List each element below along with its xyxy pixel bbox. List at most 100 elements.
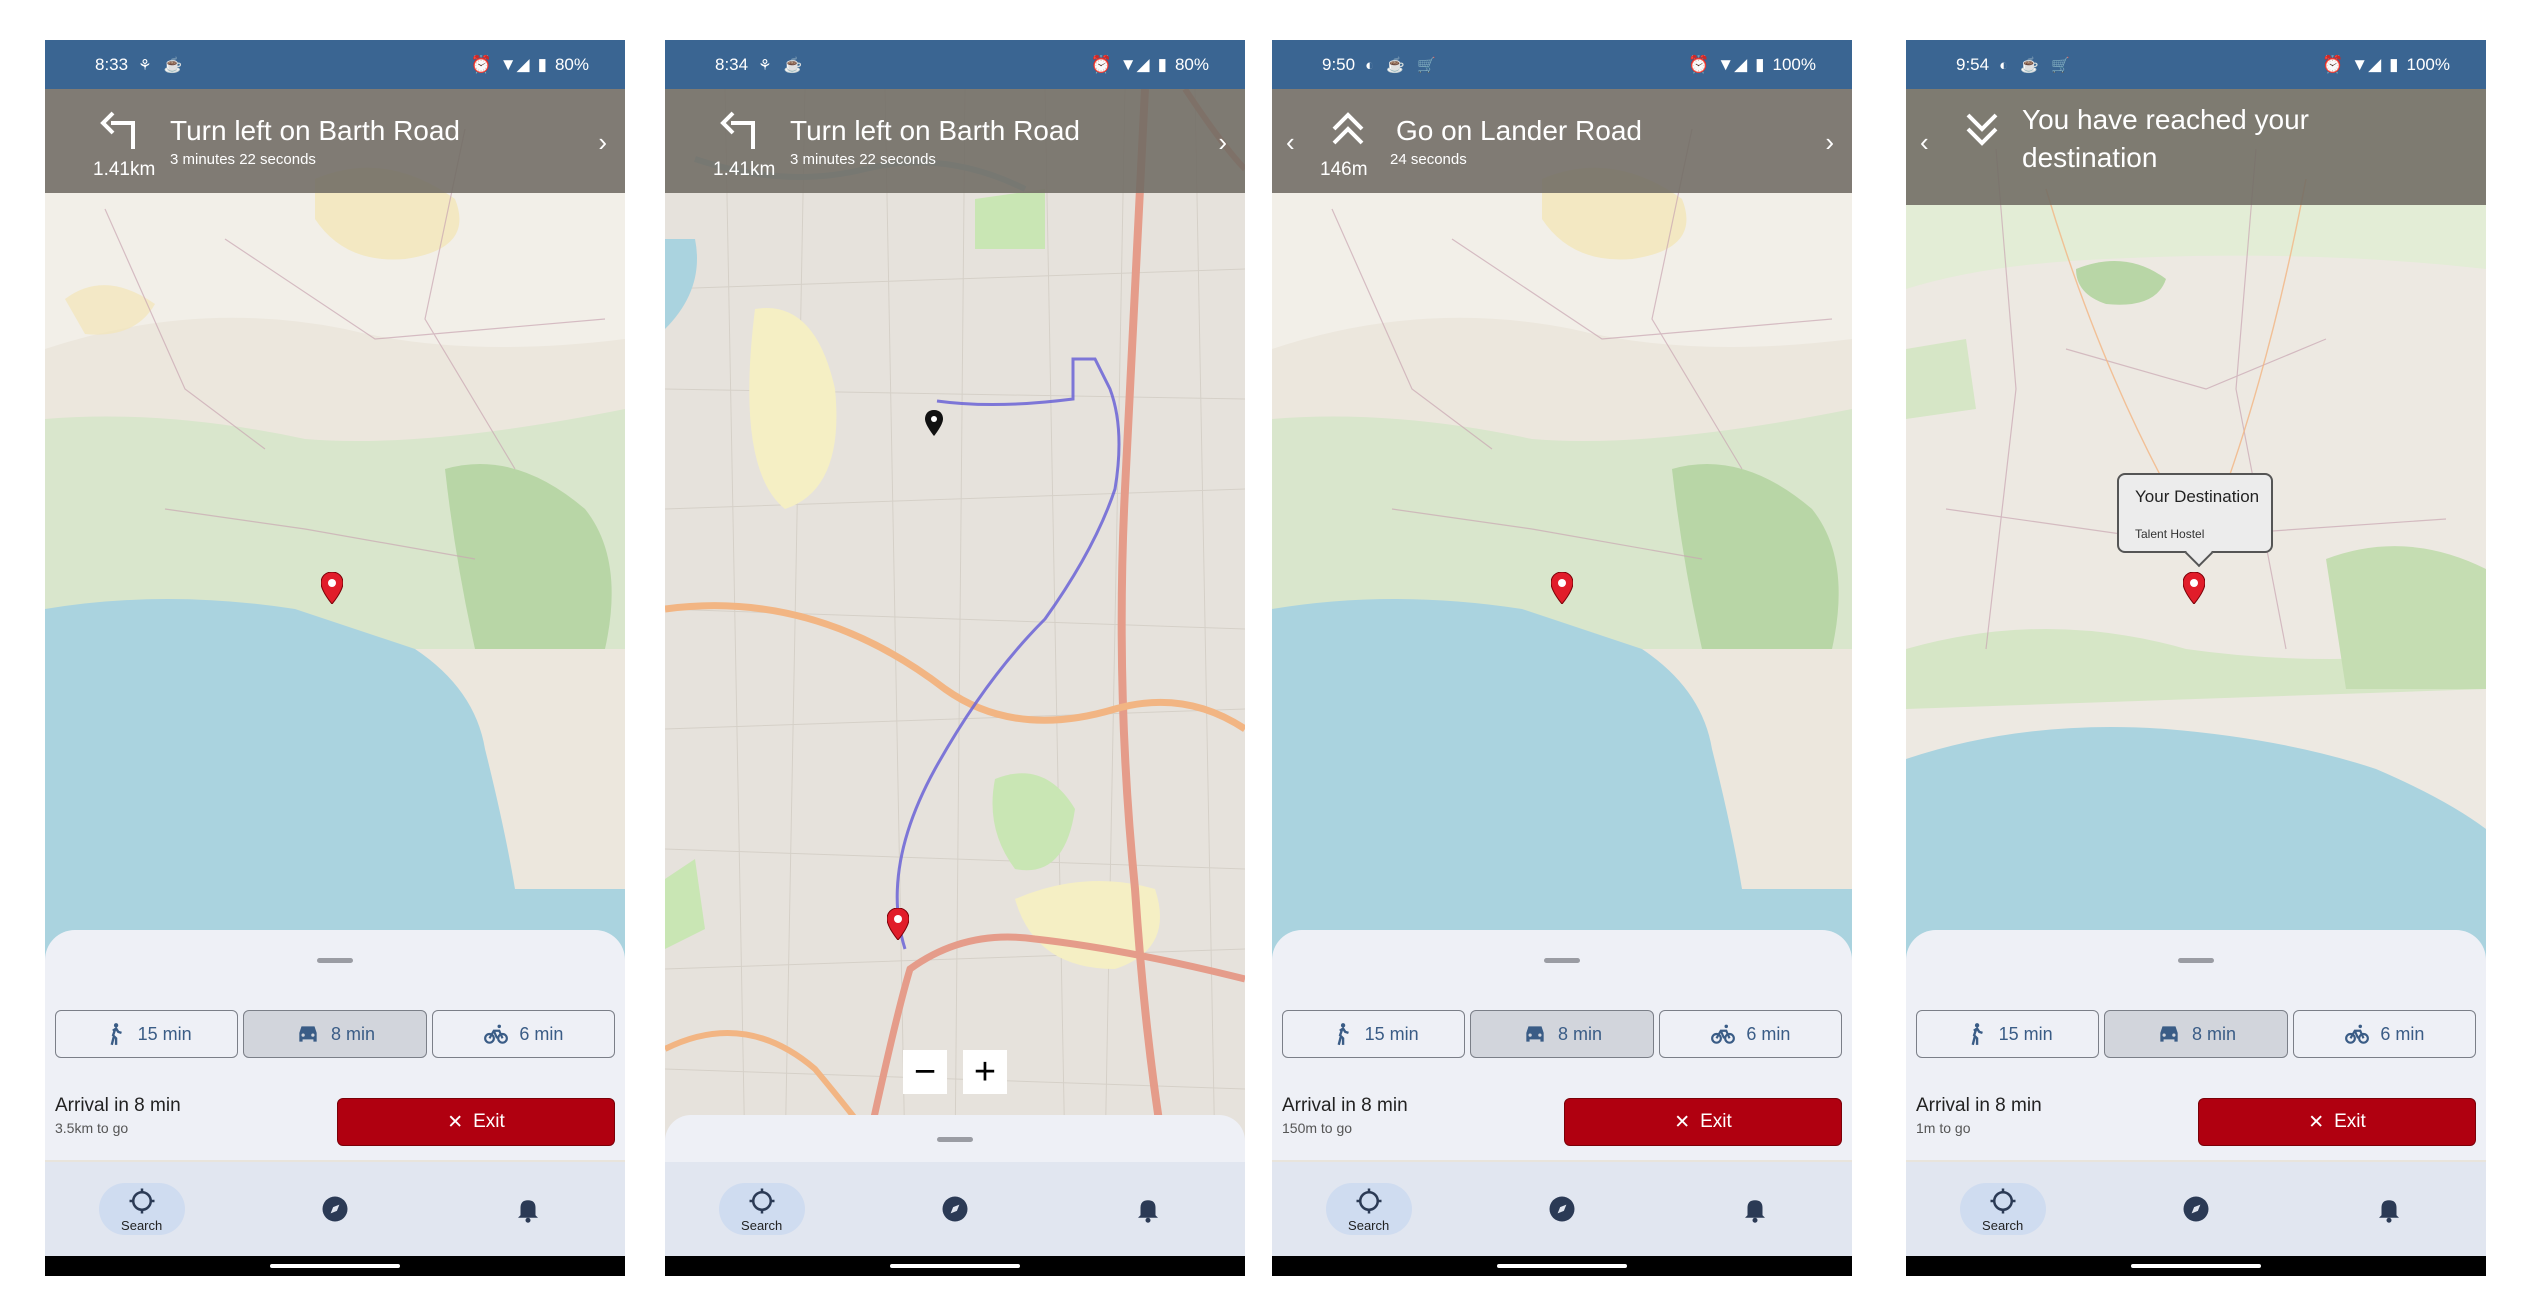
destination-marker-icon[interactable] (2183, 572, 2205, 604)
crosshair-icon (1356, 1188, 1382, 1213)
battery-level: 80% (1174, 54, 1209, 74)
battery-icon: ▮ (537, 54, 547, 74)
gesture-bar (1272, 1256, 1852, 1276)
close-icon: ✕ (447, 1111, 464, 1133)
walk-mode-time: 15 min (137, 1023, 192, 1044)
exit-label: Exit (2334, 1111, 2366, 1132)
nav-search-label: Search (741, 1217, 783, 1233)
instruction-banner: ‹ 146m Go on Lander Road 24 seconds › (1272, 89, 1852, 193)
nav-notifications[interactable] (2293, 1162, 2486, 1256)
walk-mode-button[interactable]: 15 min (1282, 1010, 1466, 1058)
drive-mode-button[interactable]: 8 min (2104, 1010, 2288, 1058)
nav-search-label: Search (1982, 1217, 2024, 1233)
previous-step-chevron-icon[interactable]: ‹ (1286, 127, 1295, 158)
bike-mode-button[interactable]: 6 min (1658, 1010, 1842, 1058)
car-icon (1526, 1026, 1544, 1042)
walk-icon (1971, 1023, 1983, 1046)
map-view[interactable] (665, 89, 1245, 1159)
compass-icon (1549, 1196, 1575, 1222)
nav-search[interactable]: Search (1272, 1162, 1465, 1256)
instruction-duration: 24 seconds (1390, 151, 1467, 168)
step-distance: 146m (1320, 159, 1368, 180)
bottom-navigation: Search (1272, 1162, 1852, 1256)
instruction-text: Turn left on Barth Road (790, 115, 1081, 146)
nav-notifications[interactable] (1052, 1162, 1245, 1256)
exit-label: Exit (473, 1111, 505, 1132)
bike-mode-time: 6 min (1746, 1023, 1791, 1044)
arrival-text: Arrival in 8 min (55, 1095, 181, 1116)
instruction-banner: 1.41km Turn left on Barth Road 3 minutes… (665, 89, 1245, 193)
battery-icon: ▮ (2389, 54, 2399, 74)
popup-title: Your Destination (2135, 487, 2260, 506)
gesture-bar (1906, 1256, 2486, 1276)
walk-mode-button[interactable]: 15 min (55, 1010, 239, 1058)
bottom-sheet-collapsed (665, 1115, 1245, 1165)
compass-icon (322, 1196, 348, 1222)
status-time: 9:54 (1956, 54, 1990, 74)
next-step-chevron-icon[interactable]: › (598, 127, 607, 158)
drive-mode-time: 8 min (330, 1023, 375, 1044)
walk-mode-button[interactable]: 15 min (1916, 1010, 2100, 1058)
previous-step-chevron-icon[interactable]: ‹ (1920, 127, 1929, 158)
sheet-drag-handle[interactable] (937, 1137, 973, 1142)
next-step-chevron-icon[interactable]: › (1825, 127, 1834, 158)
nav-explore[interactable] (238, 1162, 431, 1256)
next-step-chevron-icon[interactable]: › (1218, 127, 1227, 158)
nav-notifications[interactable] (1659, 1162, 1852, 1256)
alarm-icon: ⏰ (1090, 54, 1112, 74)
drive-mode-button[interactable]: 8 min (1470, 1010, 1654, 1058)
crosshair-icon (1990, 1188, 2016, 1213)
bike-mode-button[interactable]: 6 min (2292, 1010, 2476, 1058)
start-marker-icon[interactable] (925, 410, 943, 436)
bike-icon (1711, 1024, 1736, 1044)
nav-explore[interactable] (2099, 1162, 2292, 1256)
alarm-icon: ⏰ (1688, 54, 1710, 74)
exit-button[interactable]: ✕ Exit (1564, 1098, 1842, 1146)
nav-search[interactable]: Search (665, 1162, 858, 1256)
alarm-icon: ⏰ (470, 54, 492, 74)
walk-mode-time: 15 min (1364, 1023, 1419, 1044)
status-time: 8:33 (95, 54, 129, 74)
zoom-out-button[interactable]: − (903, 1050, 947, 1094)
destination-marker-icon[interactable] (321, 572, 343, 604)
sheet-drag-handle[interactable] (317, 958, 353, 963)
bottom-navigation: Search (665, 1162, 1245, 1256)
status-bar: 9:50 ◐ ☕ 🛒 ⏰ ▼◢ ▮ 100% (1272, 40, 1852, 89)
bell-icon (1745, 1200, 1766, 1223)
exit-button[interactable]: ✕ Exit (2198, 1098, 2476, 1146)
bottom-navigation: Search (45, 1162, 625, 1256)
exit-button[interactable]: ✕ Exit (337, 1098, 615, 1146)
bottom-sheet: 15 min 8 min 6 min Arrival in 8 min 1m t… (1906, 930, 2486, 1160)
continue-straight-icon (1332, 112, 1364, 145)
sheet-drag-handle[interactable] (2178, 958, 2214, 963)
phone-screen-2: 8:34 ⚘ ☕ ⏰ ▼◢ ▮ 80% 1.41km Turn left on … (665, 40, 1245, 1276)
zoom-controls: − + (903, 1050, 1007, 1094)
nav-search[interactable]: Search (45, 1162, 238, 1256)
instruction-text: Turn left on Barth Road (170, 115, 461, 146)
wifi-icon: ▼◢ (499, 54, 530, 74)
bottom-sheet: 15 min 8 min 6 min Arrival in 8 min 150m… (1272, 930, 1852, 1160)
nav-explore[interactable] (1465, 1162, 1658, 1256)
travel-mode-selector: 15 min 8 min 6 min (1282, 1010, 1842, 1058)
bike-icon (2345, 1024, 2370, 1044)
drive-mode-button[interactable]: 8 min (243, 1010, 427, 1058)
remaining-distance: 3.5km to go (55, 1120, 129, 1136)
destination-marker-icon[interactable] (887, 908, 909, 940)
bike-mode-time: 6 min (519, 1023, 564, 1044)
bike-mode-button[interactable]: 6 min (431, 1010, 615, 1058)
status-bar: 8:34 ⚘ ☕ ⏰ ▼◢ ▮ 80% (665, 40, 1245, 89)
nav-notifications[interactable] (432, 1162, 625, 1256)
crosshair-icon (129, 1188, 155, 1213)
nav-explore[interactable] (858, 1162, 1051, 1256)
drive-mode-time: 8 min (1557, 1023, 1602, 1044)
notification-icons: ◐ ☕ 🛒 (1999, 56, 2074, 74)
battery-level: 80% (554, 54, 589, 74)
sheet-drag-handle[interactable] (1544, 958, 1580, 963)
compass-icon (942, 1196, 968, 1222)
arrival-text: Arrival in 8 min (1916, 1095, 2042, 1116)
zoom-in-button[interactable]: + (963, 1050, 1007, 1094)
nav-search[interactable]: Search (1906, 1162, 2099, 1256)
bike-icon (484, 1024, 509, 1044)
destination-popup[interactable]: Your Destination Talent Hostel (2117, 473, 2273, 568)
destination-marker-icon[interactable] (1551, 572, 1573, 604)
